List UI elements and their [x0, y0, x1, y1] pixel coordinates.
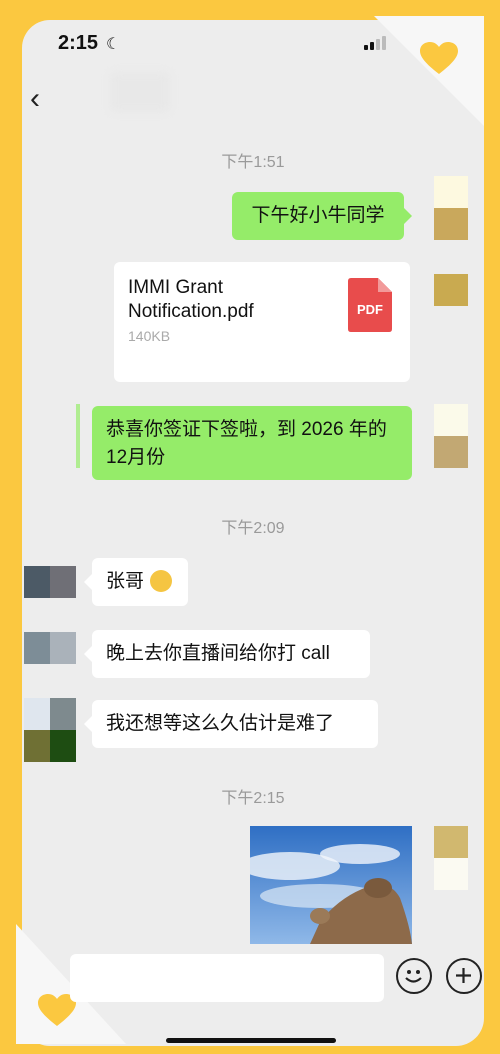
message-timestamp: 下午2:09	[221, 520, 285, 537]
divider	[76, 404, 80, 468]
avatar[interactable]	[434, 826, 468, 890]
status-bar: 2:15 ☾	[22, 30, 462, 60]
message-timestamp: 下午2:15	[221, 790, 285, 807]
received-message[interactable]: 我还想等这么久估计是难了	[92, 700, 378, 748]
message-input[interactable]	[70, 954, 384, 1002]
home-indicator	[166, 1038, 336, 1043]
bubble-tail	[404, 208, 412, 224]
bubble-tail	[84, 574, 92, 590]
message-text: 恭喜你签证下签啦，到 2026 年的12月份	[106, 419, 387, 468]
chevron-left-icon[interactable]: ‹	[30, 84, 40, 114]
file-message-card[interactable]: IMMI Grant Notification.pdf 140KB PDF	[114, 262, 410, 382]
decorative-frame: 2:15 ☾ ‹ 下午1:51 下午好小牛同学 IMMI Grant Notif…	[0, 0, 500, 1054]
sent-message[interactable]: 下午好小牛同学	[232, 192, 404, 240]
avatar[interactable]	[434, 404, 468, 468]
avatar[interactable]	[24, 698, 76, 762]
message-timestamp: 下午1:51	[221, 154, 285, 171]
file-name: IMMI Grant Notification.pdf	[128, 277, 254, 322]
avatar[interactable]	[24, 566, 76, 598]
signal-icon	[364, 36, 386, 50]
avatar[interactable]	[434, 176, 468, 240]
chat-title-blurred	[110, 72, 170, 112]
avatar[interactable]	[434, 274, 468, 306]
received-message[interactable]: 张哥	[92, 558, 188, 606]
message-text: 下午好小牛同学	[251, 205, 385, 226]
emoji-icon[interactable]	[396, 958, 432, 994]
file-size: 140KB	[128, 328, 171, 344]
plus-glyph	[456, 968, 471, 983]
message-text: 张哥	[106, 571, 145, 592]
emoji-face	[405, 970, 422, 983]
sent-message[interactable]: 恭喜你签证下签啦，到 2026 年的12月份	[92, 406, 412, 480]
status-time: 2:15	[58, 32, 99, 54]
plus-icon[interactable]	[446, 958, 482, 994]
bubble-tail	[84, 646, 92, 662]
sent-photo[interactable]	[250, 826, 412, 944]
moon-icon: ☾	[106, 36, 121, 53]
bubble-tail	[84, 716, 92, 732]
avatar[interactable]	[24, 632, 76, 664]
received-message[interactable]: 晚上去你直播间给你打 call	[92, 630, 370, 678]
message-text: 我还想等这么久估计是难了	[106, 713, 335, 734]
emoji-icon	[150, 570, 172, 592]
message-text: 晚上去你直播间给你打 call	[106, 643, 330, 664]
pdf-badge: PDF	[357, 302, 383, 317]
photo-image	[250, 826, 412, 944]
